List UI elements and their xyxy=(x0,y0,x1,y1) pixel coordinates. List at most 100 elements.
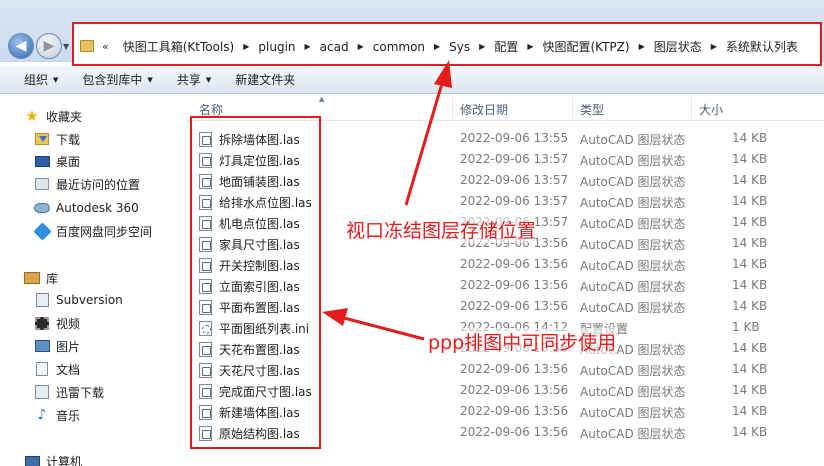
breadcrumb-label: common xyxy=(372,39,426,54)
nav-item-recent-places[interactable]: 最近访问的位置 xyxy=(34,175,140,193)
breadcrumb-separator-icon[interactable]: ▶ xyxy=(355,42,367,51)
column-header-type[interactable]: 类型 xyxy=(580,101,604,118)
file-type: AutoCAD 图层状态 xyxy=(580,280,686,294)
picture-library-icon xyxy=(34,340,50,352)
file-type: AutoCAD 图层状态 xyxy=(580,196,686,210)
file-size: 14 KB xyxy=(732,362,768,376)
caret-down-icon: ▼ xyxy=(205,75,212,84)
folder-icon xyxy=(80,40,94,52)
file-size: 14 KB xyxy=(732,215,768,229)
nav-item-downloads[interactable]: 下载 xyxy=(34,130,80,148)
nav-favorites-label: 收藏夹 xyxy=(46,109,83,124)
file-type: AutoCAD 图层状态 xyxy=(580,385,686,399)
column-header-date[interactable]: 修改日期 xyxy=(460,101,508,118)
column-divider[interactable] xyxy=(572,97,573,119)
ppp-sync-annotation: ppp排图中可同步使用 xyxy=(428,328,617,355)
breadcrumb-label: acad xyxy=(319,39,349,54)
xunlei-download-icon xyxy=(35,385,49,399)
file-size: 14 KB xyxy=(732,299,768,313)
breadcrumb-item[interactable]: 图层状态 ▶ xyxy=(648,38,720,55)
file-size: 14 KB xyxy=(732,278,768,292)
share-button[interactable]: 共享 ▼ xyxy=(177,71,223,88)
breadcrumb-separator-icon[interactable]: ▶ xyxy=(524,42,536,51)
breadcrumb-item[interactable]: 快图工具箱(KtTools) ▶ xyxy=(117,38,253,55)
file-date: 2022-09-06 13:56 xyxy=(460,257,569,271)
breadcrumb-separator-icon[interactable]: ▶ xyxy=(476,42,488,51)
nav-item-videos[interactable]: 视频 xyxy=(34,314,80,332)
file-date: 2022-09-06 13:56 xyxy=(460,404,569,418)
nav-favorites[interactable]: ★ 收藏夹 xyxy=(24,107,82,125)
file-type: AutoCAD 图层状态 xyxy=(580,406,686,420)
breadcrumb-separator-icon[interactable]: ▶ xyxy=(636,42,648,51)
breadcrumb-separator-icon[interactable]: ▶ xyxy=(431,42,443,51)
file-size: 1 KB xyxy=(732,320,760,334)
nav-item-documents[interactable]: 文档 xyxy=(34,360,80,378)
baidu-netdisk-icon xyxy=(32,221,52,241)
navigation-pane: ★ 收藏夹 下载 桌面 最近访问的位置 Autodesk 360 百度网盘同步空… xyxy=(0,95,184,466)
address-overflow-chevron[interactable]: « xyxy=(102,40,109,53)
command-bar: 组织 ▼ 包含到库中 ▼ 共享 ▼ 新建文件夹 xyxy=(0,66,824,94)
caret-down-icon: ▼ xyxy=(53,75,59,84)
caret-down-icon: ▼ xyxy=(147,75,153,84)
column-divider[interactable] xyxy=(452,97,453,119)
file-date: 2022-09-06 13:57 xyxy=(460,194,569,208)
nav-libraries[interactable]: 库 xyxy=(24,269,58,287)
video-library-icon xyxy=(35,316,49,330)
nav-item-desktop[interactable]: 桌面 xyxy=(34,152,80,170)
column-divider[interactable] xyxy=(691,97,692,119)
include-in-library-button[interactable]: 包含到库中 ▼ xyxy=(82,71,164,88)
address-bar[interactable]: « 快图工具箱(KtTools) ▶ plugin ▶ acad ▶ common ▶ Sys ▶… xyxy=(72,22,822,66)
nav-item-label: 桌面 xyxy=(56,154,81,169)
file-date: 2022-09-06 13:56 xyxy=(460,278,569,292)
breadcrumb-item[interactable]: 配置 ▶ xyxy=(488,38,536,55)
nav-libraries-label: 库 xyxy=(46,271,59,286)
file-size: 14 KB xyxy=(732,236,768,250)
file-type: AutoCAD 图层状态 xyxy=(580,259,686,273)
nav-item-xunlei-downloads[interactable]: 迅雷下载 xyxy=(34,383,104,401)
nav-item-autodesk-360[interactable]: Autodesk 360 xyxy=(34,199,139,217)
new-folder-label: 新建文件夹 xyxy=(235,73,296,87)
breadcrumb-separator-icon[interactable]: ▶ xyxy=(708,42,720,51)
back-button[interactable]: ◀ xyxy=(8,33,34,59)
recent-pages-dropdown-icon[interactable]: ▼ xyxy=(63,42,69,51)
nav-item-label: 迅雷下载 xyxy=(56,385,105,400)
breadcrumb-item[interactable]: Sys ▶ xyxy=(443,40,488,54)
nav-item-label: 下载 xyxy=(56,132,81,147)
star-icon: ★ xyxy=(25,107,39,125)
breadcrumb-label: 系统默认列表 xyxy=(725,39,798,54)
nav-computer[interactable]: 计算机 xyxy=(24,452,82,466)
nav-item-label: 图片 xyxy=(56,339,81,354)
file-size: 14 KB xyxy=(732,404,768,418)
file-date: 2022-09-06 13:55 xyxy=(460,131,569,145)
nav-item-subversion[interactable]: Subversion xyxy=(34,291,123,309)
file-date: 2022-09-06 13:57 xyxy=(460,152,569,166)
breadcrumb-separator-icon[interactable]: ▶ xyxy=(240,42,252,51)
file-size: 14 KB xyxy=(732,425,768,439)
breadcrumb-item[interactable]: acad ▶ xyxy=(314,40,367,54)
computer-icon xyxy=(24,455,40,466)
nav-item-label: 视频 xyxy=(56,316,81,331)
file-type: AutoCAD 图层状态 xyxy=(580,301,686,315)
breadcrumb-item[interactable]: plugin ▶ xyxy=(252,40,313,54)
file-type: AutoCAD 图层状态 xyxy=(580,217,686,231)
new-folder-button[interactable]: 新建文件夹 xyxy=(235,71,307,88)
download-folder-icon xyxy=(35,133,49,145)
breadcrumb-item[interactable]: 系统默认列表 xyxy=(720,38,804,55)
file-date: 2022-09-06 13:56 xyxy=(460,383,569,397)
file-date: 2022-09-06 13:56 xyxy=(460,425,569,439)
nav-item-baidu-sync[interactable]: 百度网盘同步空间 xyxy=(32,221,152,241)
column-header-size[interactable]: 大小 xyxy=(699,101,723,118)
cloud-icon xyxy=(34,203,50,213)
forward-button[interactable]: ▶ xyxy=(36,33,62,59)
breadcrumb-separator-icon[interactable]: ▶ xyxy=(302,42,314,51)
breadcrumb-item[interactable]: common ▶ xyxy=(367,40,443,54)
nav-item-label: Subversion xyxy=(56,293,123,307)
organize-button[interactable]: 组织 ▼ xyxy=(24,71,70,88)
nav-item-label: Autodesk 360 xyxy=(56,201,139,215)
music-note-icon: ♪ xyxy=(37,407,47,423)
nav-item-music[interactable]: ♪ 音乐 xyxy=(34,406,80,424)
breadcrumb-item[interactable]: 快图配置(KTPZ) ▶ xyxy=(536,38,647,55)
nav-item-pictures[interactable]: 图片 xyxy=(34,337,80,355)
file-type: AutoCAD 图层状态 xyxy=(580,427,686,441)
desktop-icon xyxy=(34,155,50,167)
